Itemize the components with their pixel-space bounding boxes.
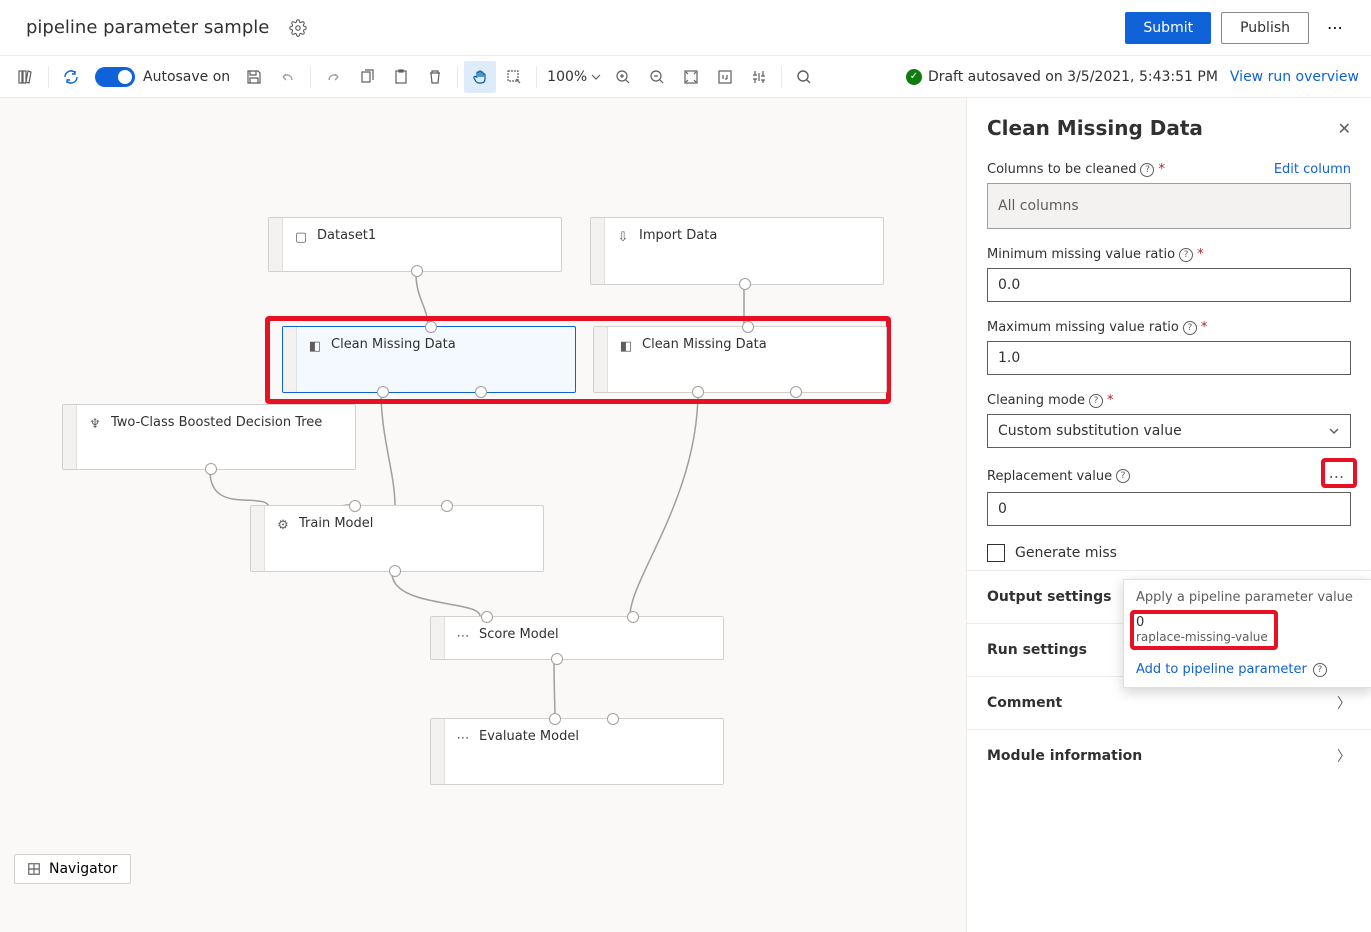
- node-import-data[interactable]: ⇩Import Data: [590, 217, 884, 285]
- asset-library-icon[interactable]: [10, 61, 42, 93]
- cleaning-mode-label: Cleaning mode ? *: [987, 393, 1351, 408]
- import-icon: ⇩: [615, 229, 631, 245]
- gear-icon[interactable]: [289, 19, 307, 37]
- delete-icon[interactable]: [419, 61, 451, 93]
- autosave-toggle[interactable]: [95, 67, 135, 87]
- zoom-in-icon[interactable]: [607, 61, 639, 93]
- status-text: Draft autosaved on 3/5/2021, 5:43:51 PM: [928, 69, 1218, 85]
- edit-column-link[interactable]: Edit column: [1274, 162, 1351, 177]
- min-ratio-label: Minimum missing value ratio ? *: [987, 247, 1351, 262]
- node-score-model[interactable]: ⋯Score Model: [430, 616, 724, 660]
- node-dataset1[interactable]: ▢Dataset1: [268, 217, 562, 272]
- min-ratio-input[interactable]: [987, 268, 1351, 302]
- actual-size-icon[interactable]: [709, 61, 741, 93]
- dataset-icon: ▢: [293, 229, 309, 245]
- replacement-input[interactable]: [987, 492, 1351, 526]
- max-ratio-label: Maximum missing value ratio ? *: [987, 320, 1351, 335]
- save-icon[interactable]: [238, 61, 270, 93]
- select-icon[interactable]: [498, 61, 530, 93]
- close-panel-icon[interactable]: ✕: [1338, 119, 1351, 138]
- redo-icon[interactable]: [317, 61, 349, 93]
- zoom-dropdown[interactable]: 100%: [543, 69, 605, 85]
- generate-indicator-checkbox[interactable]: Generate miss: [987, 544, 1351, 562]
- columns-label: Columns to be cleaned ? *: [987, 162, 1165, 177]
- node-clean-missing-1[interactable]: ◧Clean Missing Data: [282, 326, 576, 393]
- status-check-icon: ✓: [906, 69, 922, 85]
- score-icon: ⋯: [455, 628, 471, 644]
- replacement-label: Replacement value ?: [987, 469, 1130, 484]
- tree-icon: ♆: [87, 416, 103, 432]
- columns-value: All columns: [987, 183, 1351, 229]
- auto-layout-icon[interactable]: [743, 61, 775, 93]
- copy-icon[interactable]: [351, 61, 383, 93]
- clean-icon: ◧: [307, 338, 323, 354]
- publish-button[interactable]: Publish: [1221, 12, 1309, 44]
- add-pipeline-param-link[interactable]: Add to pipeline parameter ?: [1124, 652, 1371, 687]
- popup-title: Apply a pipeline parameter value: [1124, 580, 1371, 611]
- pipeline-param-popup: Apply a pipeline parameter value 0 rapla…: [1123, 579, 1371, 688]
- submit-button[interactable]: Submit: [1125, 12, 1211, 44]
- autosave-label: Autosave on: [143, 69, 230, 85]
- pan-icon[interactable]: [464, 61, 496, 93]
- view-run-link[interactable]: View run overview: [1230, 69, 1359, 85]
- search-canvas-icon[interactable]: [788, 61, 820, 93]
- train-icon: ⚙: [275, 517, 291, 533]
- panel-title: Clean Missing Data: [987, 116, 1203, 140]
- node-evaluate-model[interactable]: ⋯Evaluate Model: [430, 718, 724, 785]
- paste-icon[interactable]: [385, 61, 417, 93]
- evaluate-icon: ⋯: [455, 730, 471, 746]
- pipeline-title: pipeline parameter sample: [26, 17, 269, 38]
- max-ratio-input[interactable]: [987, 341, 1351, 375]
- node-train-model[interactable]: ⚙Train Model: [250, 505, 544, 572]
- refresh-icon[interactable]: [55, 61, 87, 93]
- zoom-out-icon[interactable]: [641, 61, 673, 93]
- more-actions-button[interactable]: ⋯: [1319, 18, 1351, 37]
- navigator-button[interactable]: Navigator: [14, 854, 131, 884]
- popup-item-replace[interactable]: 0 raplace-missing-value: [1124, 611, 1371, 652]
- node-clean-missing-2[interactable]: ◧Clean Missing Data: [593, 326, 887, 393]
- acc-module-info[interactable]: Module information〉: [967, 729, 1371, 782]
- fit-icon[interactable]: [675, 61, 707, 93]
- cleaning-mode-select[interactable]: Custom substitution value: [987, 414, 1351, 448]
- node-boosted-tree[interactable]: ♆Two-Class Boosted Decision Tree: [62, 404, 356, 470]
- undo-icon[interactable]: [272, 61, 304, 93]
- replacement-more-button[interactable]: ⋯: [1323, 466, 1351, 486]
- clean-icon: ◧: [618, 338, 634, 354]
